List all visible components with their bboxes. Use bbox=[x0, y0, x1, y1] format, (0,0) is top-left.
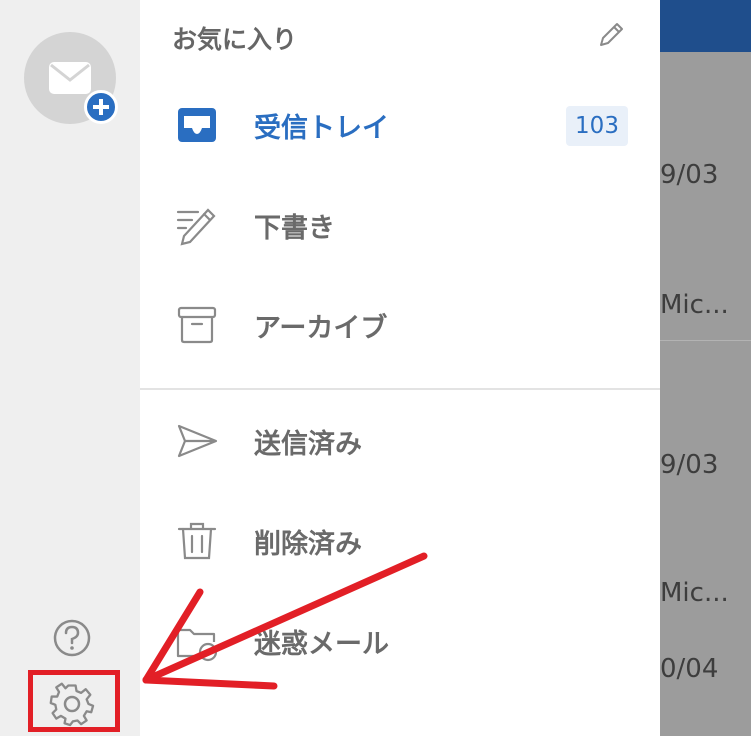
annotation-arrow bbox=[142, 552, 428, 690]
